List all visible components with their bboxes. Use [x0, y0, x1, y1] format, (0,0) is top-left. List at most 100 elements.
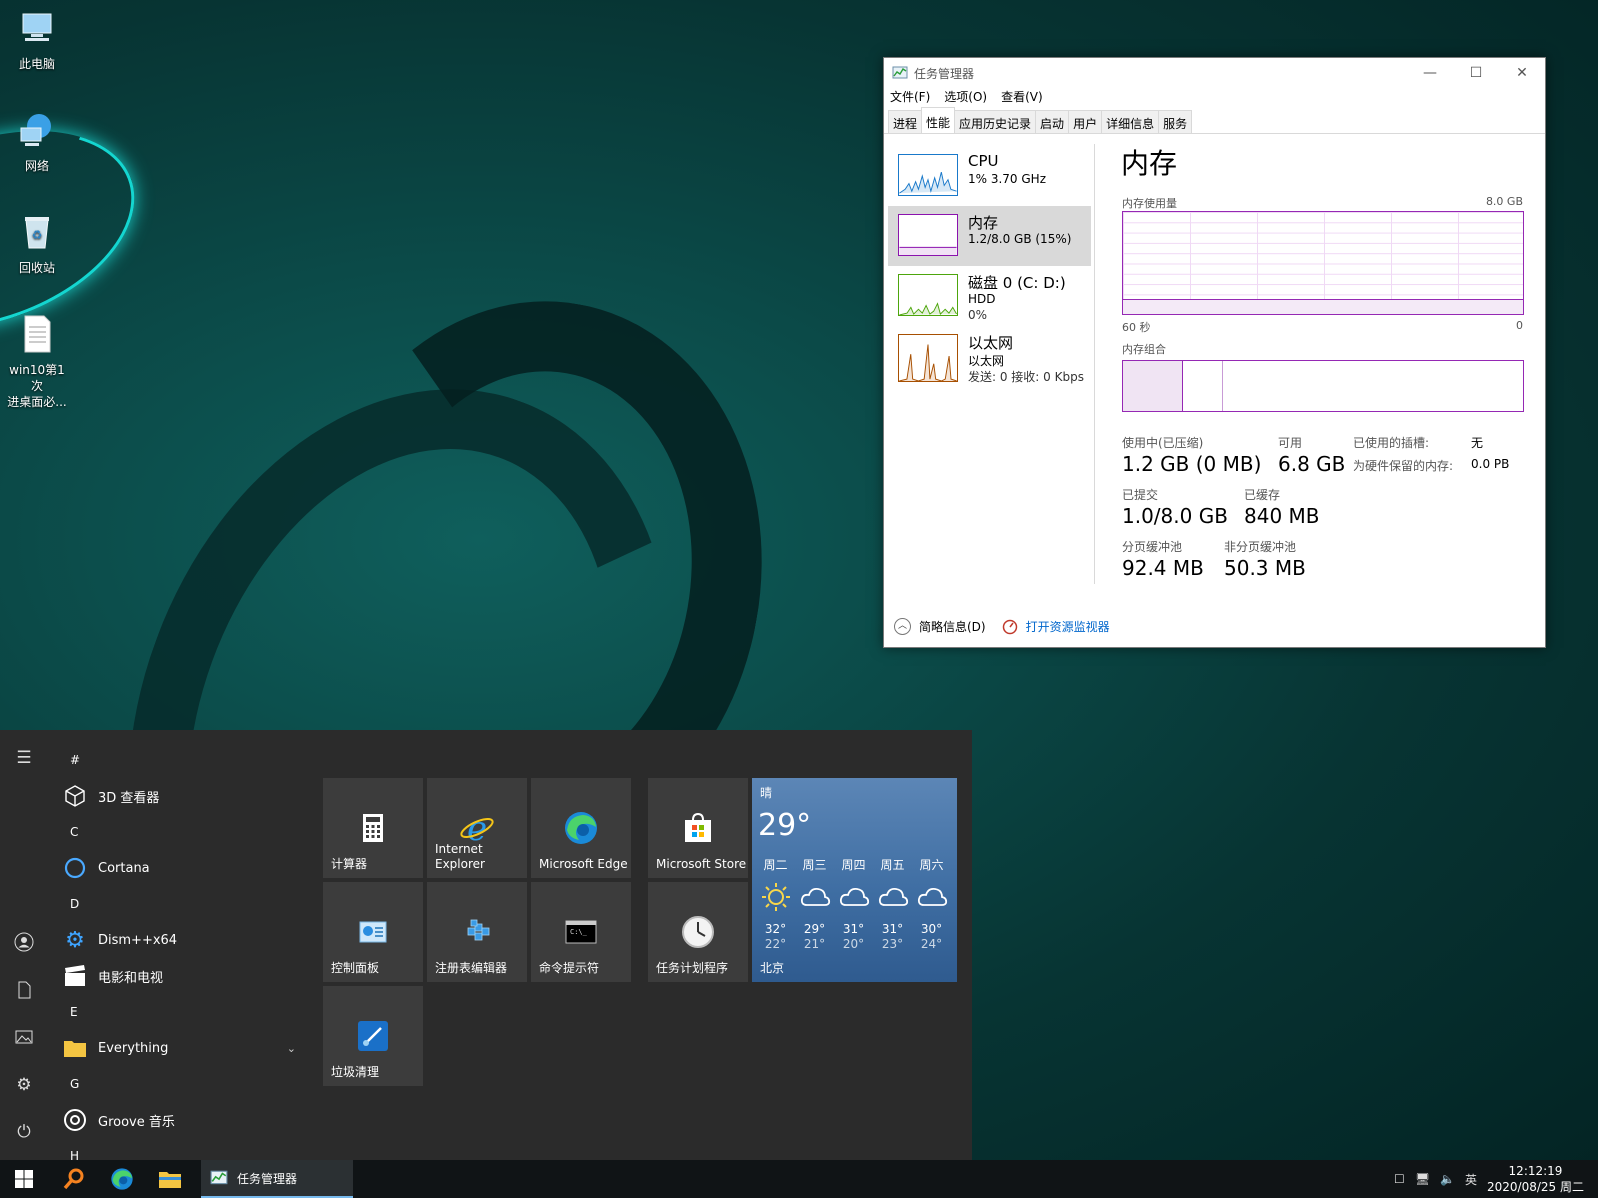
action-center-icon[interactable]: ☐ — [1394, 1172, 1405, 1186]
task-manager-window[interactable]: 任务管理器 — ☐ ✕ 文件(F) 选项(O) 查看(V) 进程 性能 应用历史… — [883, 57, 1546, 648]
sidebar-item-memory[interactable]: 内存 1.2/8.0 GB (15%) — [888, 206, 1091, 266]
desktop-icon-recycle-bin[interactable]: ♻ 回收站 — [4, 212, 70, 276]
app-cortana[interactable]: Cortana — [56, 850, 306, 886]
memory-max-label: 8.0 GB — [1485, 195, 1523, 208]
menu-file[interactable]: 文件(F) — [890, 88, 930, 108]
clapper-icon — [65, 965, 85, 986]
tile-control-panel[interactable]: 控制面板 — [323, 882, 423, 982]
taskbar-task-manager-button[interactable]: 任务管理器 — [201, 1160, 353, 1198]
desktop-icon-label: 进桌面必... — [7, 395, 67, 409]
svg-text:♻: ♻ — [32, 228, 43, 242]
control-panel-icon — [359, 921, 387, 943]
desktop-icon-network[interactable]: 网络 — [4, 110, 70, 174]
cloud-icon — [917, 887, 947, 906]
app-label: Everything — [98, 1040, 169, 1056]
window-title: 任务管理器 — [914, 66, 975, 81]
settings-icon[interactable]: ⚙ — [14, 1075, 34, 1095]
chevron-up-icon[interactable]: ︿ — [894, 618, 911, 635]
tile-label: 控制面板 — [331, 961, 380, 975]
title-bar[interactable]: 任务管理器 — ☐ ✕ — [884, 58, 1545, 88]
task-manager-icon — [210, 1170, 228, 1185]
menu-options[interactable]: 选项(O) — [944, 88, 987, 108]
app-label: 电影和电视 — [98, 970, 164, 986]
app-everything-folder[interactable]: Everything ⌄ — [56, 1030, 306, 1066]
desktop-icon-text-file[interactable]: win10第1次 进桌面必... — [4, 314, 70, 410]
tile-label: Internet Explorer — [435, 842, 485, 872]
app-movies-tv[interactable]: 电影和电视 — [56, 958, 306, 994]
memory-usage-label: 内存使用量 — [1122, 197, 1177, 210]
power-icon[interactable]: ⏻ — [14, 1122, 34, 1142]
tile-microsoft-edge[interactable]: Microsoft Edge — [531, 778, 631, 878]
app-group-header[interactable]: E — [56, 994, 306, 1030]
sidebar-item-ethernet[interactable]: 以太网 以太网 发送: 0 接收: 0 Kbps — [888, 326, 1091, 396]
network-icon — [20, 114, 51, 146]
clock[interactable]: 12:12:19 2020/08/25 周二 — [1487, 1163, 1584, 1195]
weather-city: 北京 — [760, 961, 785, 975]
folder-icon — [159, 1172, 181, 1188]
tile-calculator[interactable]: 计算器 — [323, 778, 423, 878]
sidebar-name: CPU — [968, 152, 999, 170]
tab-users[interactable]: 用户 — [1068, 110, 1103, 133]
app-3d-viewer[interactable]: 3D 查看器 — [56, 778, 306, 814]
start-rail: ☰ ⚙ ⏻ — [0, 730, 48, 1160]
tile-internet-explorer[interactable]: e Internet Explorer — [427, 778, 527, 878]
stat-label: 可用 — [1278, 436, 1303, 450]
desktop-icon-this-pc[interactable]: 此电脑 — [4, 8, 70, 72]
less-details-link[interactable]: 简略信息(D) — [919, 618, 986, 635]
tile-microsoft-store[interactable]: Microsoft Store — [648, 778, 748, 878]
clock-date: 2020/08/25 周二 — [1487, 1180, 1584, 1194]
volume-icon[interactable]: 🔈 — [1440, 1172, 1455, 1186]
app-group-header[interactable]: G — [56, 1066, 306, 1102]
tab-details[interactable]: 详细信息 — [1101, 110, 1160, 133]
taskbar-explorer-button[interactable] — [148, 1160, 192, 1198]
memory-composition-bar — [1122, 360, 1524, 412]
open-resource-monitor-link[interactable]: 打开资源监视器 — [1026, 618, 1110, 635]
chevron-down-icon[interactable]: ⌄ — [287, 1042, 296, 1055]
minimize-button[interactable]: — — [1407, 65, 1453, 81]
app-group-header[interactable]: D — [56, 886, 306, 922]
sidebar-detail: HDD — [968, 292, 996, 306]
recycle-bin-icon: ♻ — [25, 217, 49, 249]
taskbar-edge-button[interactable] — [100, 1160, 144, 1198]
tile-weather[interactable]: 晴 29° 周二 32° 22° 周三 29° 21° 周四 31° 20° 周… — [752, 778, 957, 982]
stat-value: 50.3 MB — [1224, 556, 1306, 580]
tab-performance[interactable]: 性能 — [921, 107, 956, 132]
desktop-icon-label: win10第1次 — [9, 363, 65, 393]
app-groove-music[interactable]: Groove 音乐 — [56, 1102, 306, 1138]
footer-bar: ︿ 简略信息(D) 打开资源监视器 — [894, 618, 1110, 635]
documents-icon[interactable] — [14, 980, 34, 1000]
tile-label: Microsoft Store — [656, 857, 747, 871]
hamburger-icon[interactable]: ☰ — [14, 748, 34, 768]
weather-condition: 晴 — [760, 786, 773, 800]
forecast-high: 32° — [764, 922, 787, 936]
forecast-high: 29° — [803, 922, 826, 936]
user-icon[interactable] — [14, 932, 34, 952]
tile-junk-cleaner[interactable]: 垃圾清理 — [323, 986, 423, 1086]
app-label: Groove 音乐 — [98, 1114, 175, 1130]
app-group-header[interactable]: # — [56, 742, 306, 778]
app-group-header[interactable]: C — [56, 814, 306, 850]
tile-registry-editor[interactable]: 注册表编辑器 — [427, 882, 527, 982]
performance-panel: CPU 1% 3.70 GHz 内存 1.2/8.0 GB (15%) 磁盘 0… — [884, 134, 1545, 608]
tab-app-history[interactable]: 应用历史记录 — [954, 110, 1037, 133]
close-button[interactable]: ✕ — [1499, 65, 1545, 81]
maximize-button[interactable]: ☐ — [1453, 65, 1499, 81]
sidebar-item-disk[interactable]: 磁盘 0 (C: D:) HDD 0% — [888, 266, 1091, 326]
tab-startup[interactable]: 启动 — [1035, 110, 1070, 133]
sidebar-item-cpu[interactable]: CPU 1% 3.70 GHz — [888, 146, 1091, 206]
app-label: 3D 查看器 — [98, 790, 160, 806]
ime-indicator[interactable]: 英 — [1465, 1171, 1477, 1188]
network-icon[interactable]: 🖥 — [1415, 1172, 1430, 1186]
menu-bar: 文件(F) 选项(O) 查看(V) — [884, 88, 1545, 108]
tab-services[interactable]: 服务 — [1158, 110, 1193, 133]
stat-cached: 已缓存 840 MB — [1244, 486, 1320, 528]
menu-view[interactable]: 查看(V) — [1001, 88, 1043, 108]
start-button[interactable] — [0, 1160, 48, 1198]
tile-task-scheduler[interactable]: 任务计划程序 — [648, 882, 748, 982]
pictures-icon[interactable] — [14, 1027, 34, 1047]
taskbar-search-button[interactable] — [52, 1160, 96, 1198]
tile-command-prompt[interactable]: C:\_ 命令提示符 — [531, 882, 631, 982]
taskbar: 任务管理器 ☐ 🖥 🔈 英 12:12:19 2020/08/25 周二 — [0, 1160, 1598, 1198]
tab-processes[interactable]: 进程 — [888, 110, 923, 133]
app-dism[interactable]: ⚙ Dism++x64 — [56, 922, 306, 958]
